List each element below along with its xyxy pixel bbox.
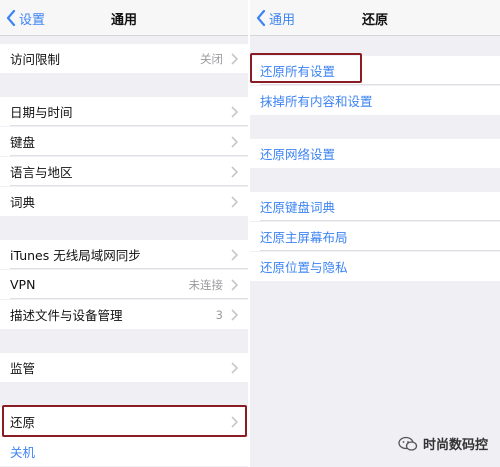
left-navigation-bar: 设置 通用 — [0, 0, 248, 36]
right-navigation-bar: 通用 还原 — [250, 0, 500, 36]
row-restrictions[interactable]: 访问限制 关闭 — [0, 44, 248, 73]
general-settings-pane: 设置 通用 访问限制 关闭 日期与时间 键盘 语言与地区 词典 iTunes 无… — [0, 0, 248, 467]
chevron-right-icon — [231, 165, 238, 178]
row-label: 还原键盘词典 — [260, 200, 336, 215]
row-date-time[interactable]: 日期与时间 — [0, 97, 248, 126]
chevron-right-icon — [231, 52, 238, 65]
row-itunes-wifi-sync[interactable]: iTunes 无线局域网同步 — [0, 240, 248, 269]
row-label: 日期与时间 — [10, 105, 73, 120]
row-reset-location-privacy[interactable]: 还原位置与隐私 — [250, 252, 500, 281]
chevron-right-icon — [231, 278, 238, 291]
row-label: 抹掉所有内容和设置 — [260, 94, 373, 109]
watermark: 时尚数码控 — [398, 434, 488, 453]
row-reset-home-screen[interactable]: 还原主屏幕布局 — [250, 222, 500, 251]
chevron-right-icon — [231, 105, 238, 118]
wechat-icon — [398, 436, 418, 451]
row-keyboard[interactable]: 键盘 — [0, 127, 248, 156]
chevron-right-icon — [231, 361, 238, 374]
page-title: 还原 — [361, 13, 388, 28]
row-supervision[interactable]: 监管 — [0, 353, 248, 382]
watermark-text: 时尚数码控 — [422, 438, 488, 453]
row-label: 语言与地区 — [10, 165, 73, 180]
row-reset[interactable]: 还原 — [0, 407, 248, 436]
chevron-right-icon — [231, 135, 238, 148]
row-reset-network[interactable]: 还原网络设置 — [250, 139, 500, 168]
row-label: 关机 — [10, 445, 36, 460]
row-label: 监管 — [10, 361, 36, 376]
row-label: 描述文件与设备管理 — [10, 308, 123, 323]
row-reset-keyboard-dictionary[interactable]: 还原键盘词典 — [250, 192, 500, 221]
row-vpn[interactable]: VPN 未连接 — [0, 270, 248, 299]
row-value: 3 — [215, 307, 223, 322]
row-value: 未连接 — [188, 277, 224, 292]
row-label: 还原所有设置 — [260, 64, 336, 79]
row-label: 访问限制 — [10, 52, 61, 67]
reset-pane: 通用 还原 还原所有设置 抹掉所有内容和设置 还原网络设置 还原键盘词典 还原主… — [250, 0, 500, 467]
chevron-right-icon — [231, 248, 238, 261]
page-title: 通用 — [110, 13, 137, 28]
row-erase-all-content[interactable]: 抹掉所有内容和设置 — [250, 86, 500, 115]
row-label: iTunes 无线局域网同步 — [10, 248, 141, 263]
chevron-right-icon — [231, 308, 238, 321]
row-label: VPN — [10, 277, 36, 292]
row-label: 还原 — [10, 415, 36, 430]
row-profiles-device-management[interactable]: 描述文件与设备管理 3 — [0, 300, 248, 329]
row-label: 还原位置与隐私 — [260, 260, 348, 275]
chevron-right-icon — [231, 415, 238, 428]
chevron-right-icon — [231, 195, 238, 208]
row-label: 键盘 — [10, 135, 36, 150]
row-language-region[interactable]: 语言与地区 — [0, 157, 248, 186]
row-label: 还原主屏幕布局 — [260, 230, 348, 245]
row-dictionary[interactable]: 词典 — [0, 187, 248, 216]
row-value: 关闭 — [200, 51, 223, 66]
row-reset-all-settings[interactable]: 还原所有设置 — [250, 56, 500, 85]
row-label: 还原网络设置 — [260, 147, 336, 162]
row-label: 词典 — [10, 195, 36, 210]
row-shutdown[interactable]: 关机 — [0, 437, 248, 466]
